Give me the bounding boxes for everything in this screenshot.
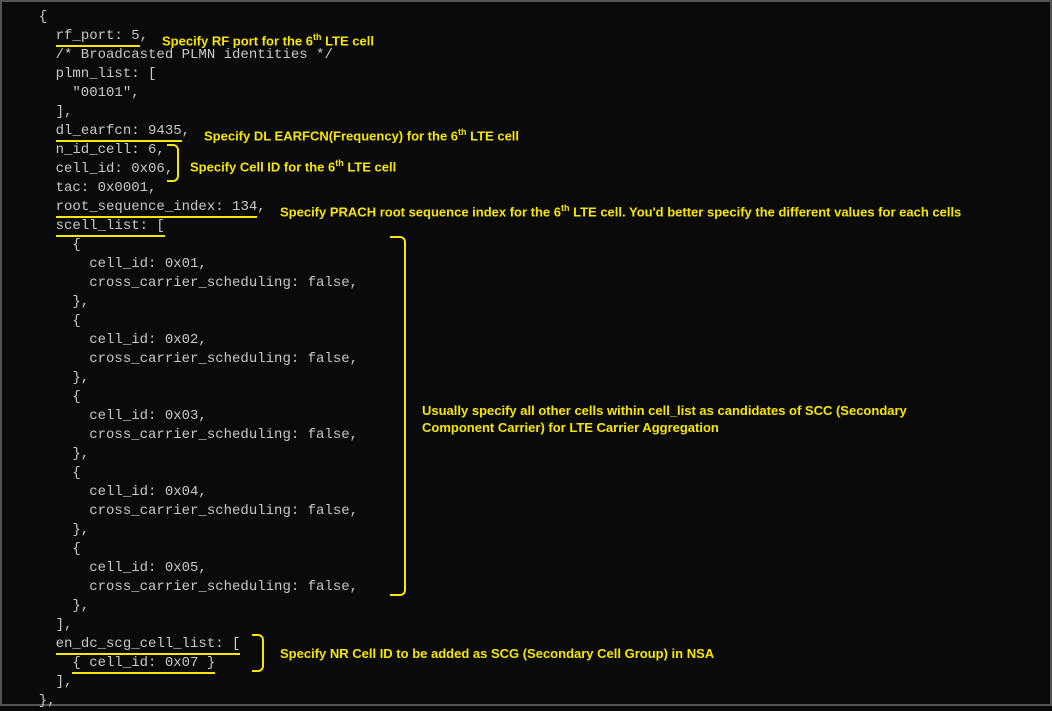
- code-line: {: [2, 236, 1050, 255]
- code-line-rf-port: rf_port: 5, Specify RF port for the 6th …: [2, 27, 1050, 46]
- code-line: cell_id: 0x05,: [2, 559, 1050, 578]
- code-line: cell_id: 0x02,: [2, 331, 1050, 350]
- code-line: },: [2, 293, 1050, 312]
- code-line-dl-earfcn: dl_earfcn: 9435, Specify DL EARFCN(Frequ…: [2, 122, 1050, 141]
- code-line: },: [2, 692, 1050, 711]
- code-line: plmn_list: [: [2, 65, 1050, 84]
- code-line: "00101",: [2, 84, 1050, 103]
- bracket-scell: [390, 236, 406, 596]
- code-line: ],: [2, 673, 1050, 692]
- code-line: {: [2, 540, 1050, 559]
- code-line: cross_carrier_scheduling: false,: [2, 578, 1050, 597]
- bracket-cell-id: [167, 144, 179, 182]
- code-line: ],: [2, 103, 1050, 122]
- code-line: {: [2, 8, 1050, 27]
- code-line: cell_id: 0x04,: [2, 483, 1050, 502]
- code-line: cell_id: 0x06,: [2, 160, 1050, 179]
- annotation-scell: Usually specify all other cells within c…: [422, 402, 942, 436]
- code-line: cell_id: 0x01,: [2, 255, 1050, 274]
- code-line: cross_carrier_scheduling: false,: [2, 502, 1050, 521]
- code-line: },: [2, 521, 1050, 540]
- code-line: {: [2, 464, 1050, 483]
- code-line-root-seq: root_sequence_index: 134, Specify PRACH …: [2, 198, 1050, 217]
- code-line: },: [2, 597, 1050, 616]
- annotation-scg: Specify NR Cell ID to be added as SCG (S…: [280, 644, 714, 663]
- bracket-scg: [252, 634, 264, 672]
- annotation-cell-id: Specify Cell ID for the 6th LTE cell: [190, 154, 396, 176]
- code-line-scell-list: scell_list: [: [2, 217, 1050, 236]
- code-block: { rf_port: 5, Specify RF port for the 6t…: [2, 2, 1050, 711]
- code-line: /* Broadcasted PLMN identities */: [2, 46, 1050, 65]
- code-line: },: [2, 445, 1050, 464]
- code-line: ],: [2, 616, 1050, 635]
- code-line: tac: 0x0001,: [2, 179, 1050, 198]
- code-line: {: [2, 312, 1050, 331]
- code-line: cross_carrier_scheduling: false,: [2, 274, 1050, 293]
- code-line: n_id_cell: 6,: [2, 141, 1050, 160]
- code-line: cross_carrier_scheduling: false,: [2, 350, 1050, 369]
- code-line: },: [2, 369, 1050, 388]
